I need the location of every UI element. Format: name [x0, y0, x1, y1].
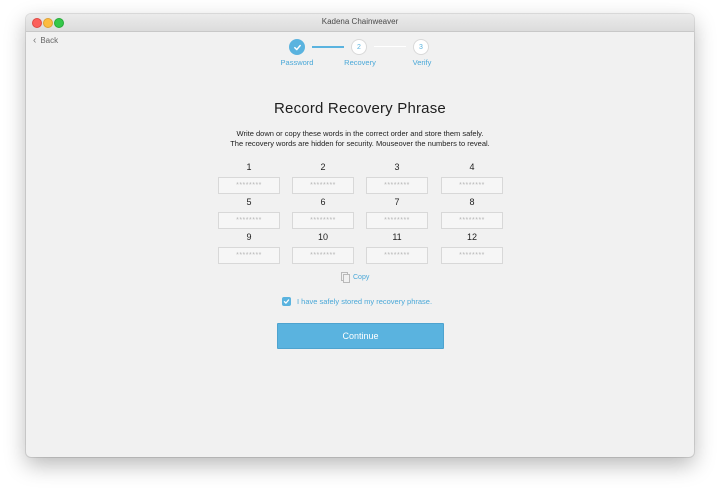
recovery-word-12[interactable]: 12 ********	[441, 232, 503, 264]
recovery-word-2[interactable]: 2 ********	[292, 162, 354, 194]
back-button[interactable]: ‹ Back	[33, 34, 59, 46]
word-number[interactable]: 7	[366, 197, 428, 209]
word-field: ********	[366, 247, 428, 264]
step-3-indicator: 3	[413, 39, 429, 55]
back-label: Back	[40, 36, 59, 45]
app-window: Kadena Chainweaver ‹ Back 2 3 Password R…	[26, 14, 694, 457]
confirm-label[interactable]: I have safely stored my recovery phrase.	[297, 297, 432, 306]
word-field: ********	[292, 247, 354, 264]
step-3-label: Verify	[412, 58, 432, 67]
copy-icon	[341, 272, 350, 283]
recovery-word-6[interactable]: 6 ********	[292, 197, 354, 229]
chevron-left-icon: ‹	[33, 34, 37, 46]
word-number[interactable]: 1	[218, 162, 280, 174]
word-number[interactable]: 2	[292, 162, 354, 174]
step-1-indicator	[289, 39, 305, 55]
word-number[interactable]: 10	[292, 232, 354, 244]
confirm-checkbox[interactable]	[282, 297, 291, 306]
word-field: ********	[441, 212, 503, 229]
word-number[interactable]: 4	[441, 162, 503, 174]
recovery-word-1[interactable]: 1 ********	[218, 162, 280, 194]
word-number[interactable]: 9	[218, 232, 280, 244]
step-connector-1	[312, 46, 344, 48]
word-field: ********	[441, 177, 503, 194]
word-number[interactable]: 5	[218, 197, 280, 209]
recovery-word-3[interactable]: 3 ********	[366, 162, 428, 194]
recovery-word-8[interactable]: 8 ********	[441, 197, 503, 229]
recovery-word-4[interactable]: 4 ********	[441, 162, 503, 194]
word-field: ********	[292, 212, 354, 229]
checkmark-icon	[293, 44, 301, 50]
step-connector-2	[374, 46, 406, 47]
word-field: ********	[441, 247, 503, 264]
confirm-row: I have safely stored my recovery phrase.	[282, 297, 432, 306]
recovery-word-10[interactable]: 10 ********	[292, 232, 354, 264]
step-2-indicator: 2	[351, 39, 367, 55]
word-field: ********	[218, 247, 280, 264]
copy-label: Copy	[353, 273, 370, 281]
continue-button[interactable]: Continue	[277, 323, 444, 349]
recovery-word-7[interactable]: 7 ********	[366, 197, 428, 229]
word-field: ********	[292, 177, 354, 194]
word-number[interactable]: 3	[366, 162, 428, 174]
recovery-word-11[interactable]: 11 ********	[366, 232, 428, 264]
description-line-2: The recovery words are hidden for securi…	[230, 139, 490, 148]
window-title: Kadena Chainweaver	[321, 17, 399, 26]
copy-button[interactable]: Copy	[341, 272, 370, 283]
word-field: ********	[218, 177, 280, 194]
word-field: ********	[366, 177, 428, 194]
step-3-number: 3	[419, 43, 423, 51]
word-number[interactable]: 8	[441, 197, 503, 209]
description-line-1: Write down or copy these words in the co…	[236, 129, 484, 138]
word-number[interactable]: 6	[292, 197, 354, 209]
word-field: ********	[366, 212, 428, 229]
step-1-label: Password	[280, 58, 314, 67]
checkmark-icon	[283, 299, 290, 304]
recovery-word-9[interactable]: 9 ********	[218, 232, 280, 264]
word-field: ********	[218, 212, 280, 229]
word-number[interactable]: 12	[441, 232, 503, 244]
step-2-number: 2	[357, 43, 361, 51]
recovery-word-5[interactable]: 5 ********	[218, 197, 280, 229]
title-bar: Kadena Chainweaver	[26, 14, 694, 32]
step-2-label: Recovery	[344, 58, 376, 67]
word-number[interactable]: 11	[366, 232, 428, 244]
page-title: Record Recovery Phrase	[274, 100, 446, 117]
